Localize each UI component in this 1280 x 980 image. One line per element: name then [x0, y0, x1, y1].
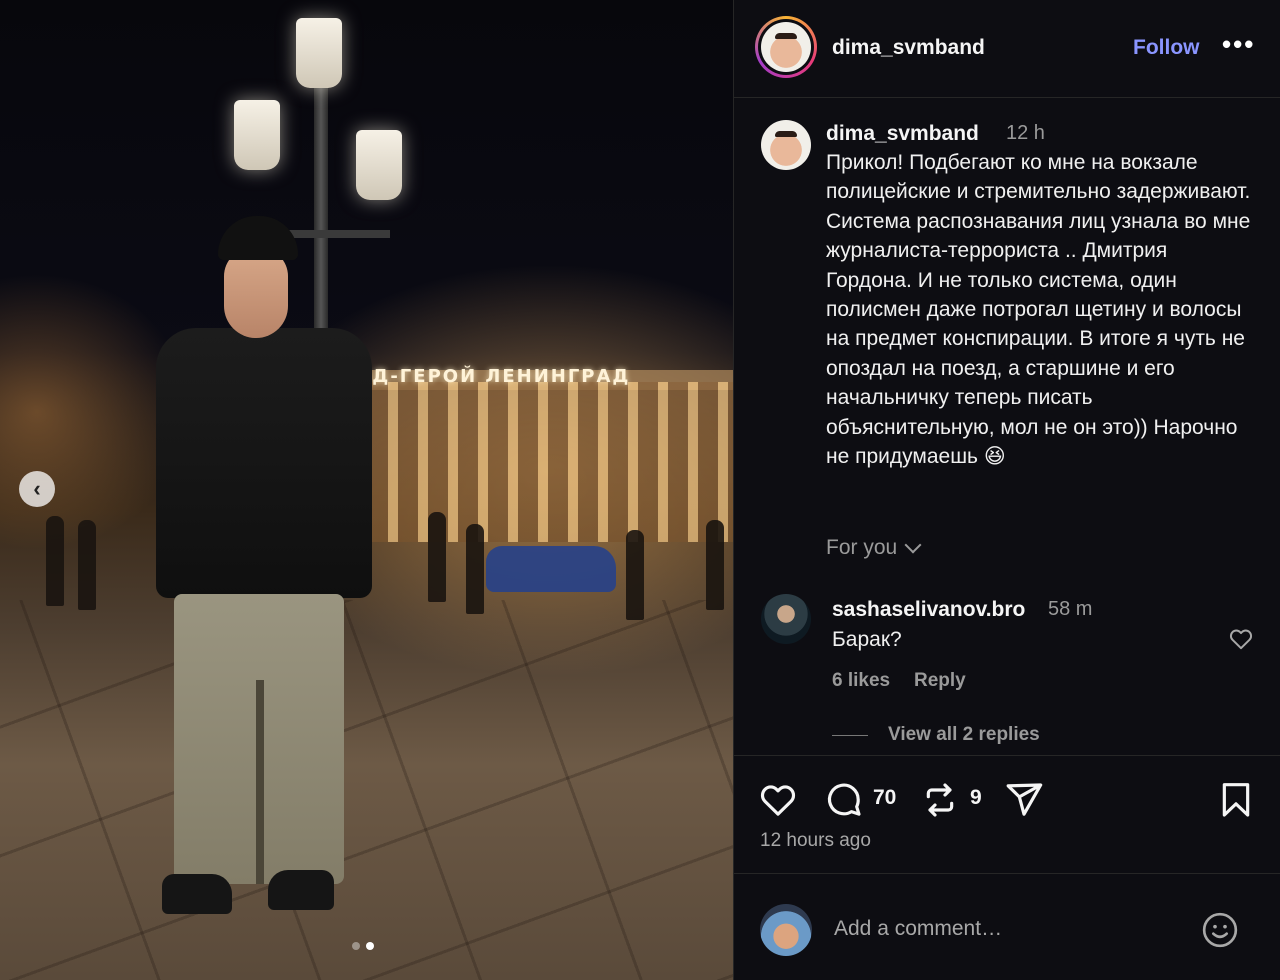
carousel-indicator: [352, 942, 374, 950]
comments-count: 70: [873, 786, 897, 809]
comment-reply-button[interactable]: Reply: [914, 670, 966, 692]
photo-building: [358, 382, 733, 542]
send-icon[interactable]: [1004, 780, 1044, 820]
replies-divider: [832, 735, 868, 736]
photo-bystander: [428, 512, 446, 602]
follow-button[interactable]: Follow: [1133, 36, 1200, 60]
comment-text: Барак?: [832, 628, 902, 651]
carousel-dot[interactable]: [352, 942, 360, 950]
photo-lamp: [234, 100, 280, 170]
commenter-username[interactable]: sashaselivanov.bro: [832, 598, 1025, 622]
photo-lamp: [296, 18, 342, 88]
comment-bubble-icon[interactable]: [824, 780, 864, 820]
photo-person-jacket: [156, 328, 372, 598]
heart-icon[interactable]: [758, 780, 798, 820]
emoji-icon[interactable]: [1200, 910, 1240, 950]
current-user-avatar: [760, 904, 812, 956]
photo-sign-text: ОД-ГЕРОЙ ЛЕНИНГРАД: [355, 366, 631, 387]
comments-sort-label: For you: [826, 536, 898, 559]
author-avatar[interactable]: [761, 22, 811, 72]
chevron-down-icon: [904, 536, 922, 554]
view-replies-button[interactable]: View all 2 replies: [888, 724, 1040, 746]
photo-bystander: [466, 524, 484, 614]
add-comment-bar: [734, 873, 1280, 980]
post-viewer: ОД-ГЕРОЙ ЛЕНИНГРАД ‹ dima_svmband Follow…: [0, 0, 1280, 980]
photo-bystander: [706, 520, 724, 610]
chevron-left-icon: ‹: [33, 476, 41, 501]
photo-person-face: [224, 248, 288, 338]
post-sidebar: dima_svmband Follow ••• dima_svmband 12 …: [733, 0, 1280, 980]
bookmark-icon[interactable]: [1216, 780, 1256, 820]
carousel-prev-button[interactable]: ‹: [19, 471, 55, 507]
comment-likes-count[interactable]: 6 likes: [832, 670, 890, 692]
carousel-dot[interactable]: [366, 942, 374, 950]
caption-text: Прикол! Подбегают ко мне на вокзале поли…: [826, 151, 1251, 469]
post-header: dima_svmband Follow •••: [734, 0, 1280, 98]
commenter-avatar[interactable]: [761, 594, 811, 644]
photo-bystander: [78, 520, 96, 610]
repost-icon[interactable]: [920, 780, 960, 820]
photo-person-legs-gap: [256, 680, 264, 884]
more-options-icon[interactable]: •••: [1222, 31, 1255, 57]
comment-like-heart-icon[interactable]: [1228, 626, 1254, 652]
photo-person: [150, 210, 380, 940]
photo-car: [486, 546, 616, 592]
photo-bystander: [626, 530, 644, 620]
post-actions: 70 9 12 hours ago: [734, 755, 1280, 873]
photo-lamp: [356, 130, 402, 200]
caption-avatar[interactable]: [761, 120, 811, 170]
comment-time[interactable]: 58 m: [1048, 598, 1092, 621]
add-comment-input[interactable]: [832, 916, 1176, 942]
caption-time[interactable]: 12 h: [1006, 122, 1045, 145]
post-time-ago[interactable]: 12 hours ago: [760, 830, 871, 852]
reposts-count: 9: [970, 786, 982, 809]
post-photo[interactable]: ОД-ГЕРОЙ ЛЕНИНГРАД ‹: [0, 0, 733, 980]
photo-person-shoe: [162, 874, 232, 914]
photo-bystander: [46, 516, 64, 606]
comments-sort-dropdown[interactable]: For you: [826, 536, 922, 560]
caption-username[interactable]: dima_svmband: [826, 122, 979, 146]
photo-person-cap: [218, 216, 298, 260]
author-username[interactable]: dima_svmband: [832, 36, 985, 60]
photo-person-shoe: [268, 870, 334, 910]
